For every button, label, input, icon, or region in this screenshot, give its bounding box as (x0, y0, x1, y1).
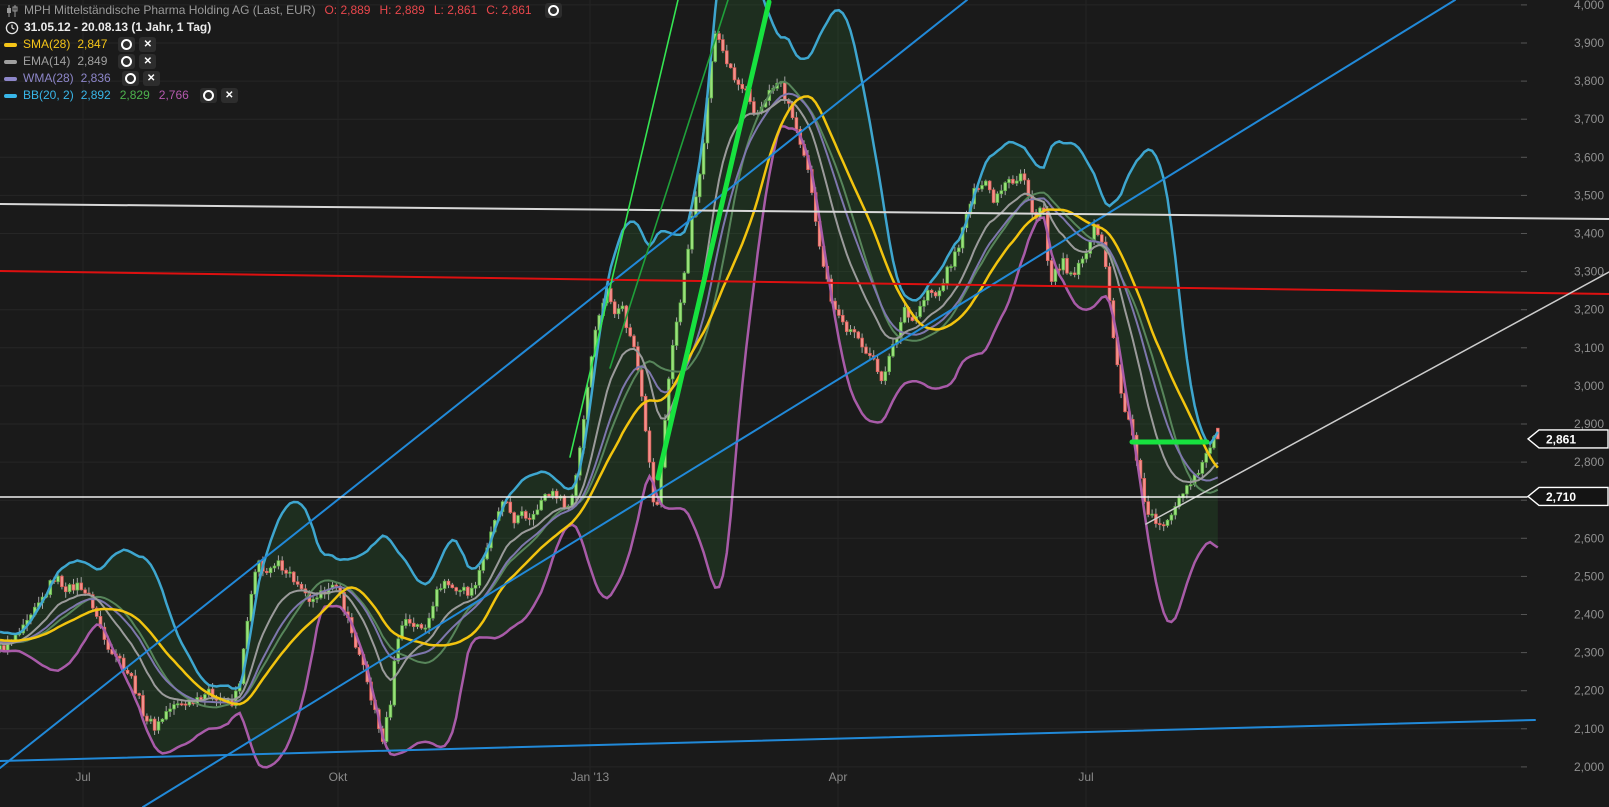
ema-value: 2,849 (77, 53, 107, 70)
indicator-row-ema: EMA(14) 2,849 ✕ (4, 53, 562, 70)
chart-window: 2,0002,1002,2002,3002,4002,5002,6002,700… (0, 0, 1609, 807)
svg-text:2,800: 2,800 (1574, 455, 1604, 469)
svg-text:3,300: 3,300 (1574, 265, 1604, 279)
bb-lower-value: 2,766 (159, 87, 189, 104)
low-value: L: 2,861 (434, 3, 477, 17)
candlestick-chart-icon (4, 3, 19, 18)
svg-text:Jul: Jul (1078, 770, 1093, 784)
chart-canvas[interactable]: 2,0002,1002,2002,3002,4002,5002,6002,700… (0, 0, 1609, 807)
ohlc-values: O: 2,889 H: 2,889 L: 2,861 C: 2,861 (324, 2, 540, 19)
svg-text:3,100: 3,100 (1574, 341, 1604, 355)
close-value: C: 2,861 (486, 3, 531, 17)
svg-text:2,500: 2,500 (1574, 569, 1604, 583)
wma-settings-button[interactable] (122, 71, 139, 86)
svg-text:2,861: 2,861 (1546, 432, 1576, 446)
svg-text:3,200: 3,200 (1574, 303, 1604, 317)
settings-circle-icon (121, 56, 132, 67)
chart-settings-button[interactable] (545, 3, 562, 18)
ema-remove-button[interactable]: ✕ (139, 54, 156, 69)
bb-settings-button[interactable] (200, 88, 217, 103)
ema-settings-button[interactable] (118, 54, 135, 69)
price-chart-svg: 2,0002,1002,2002,3002,4002,5002,6002,700… (0, 0, 1609, 807)
svg-text:3,900: 3,900 (1574, 36, 1604, 50)
instrument-row: MPH Mittelständische Pharma Holding AG (… (4, 2, 562, 19)
settings-circle-icon (548, 5, 559, 16)
settings-circle-icon (125, 73, 136, 84)
high-value: H: 2,889 (379, 3, 424, 17)
svg-text:3,800: 3,800 (1574, 74, 1604, 88)
svg-text:2,200: 2,200 (1574, 684, 1604, 698)
settings-circle-icon (203, 90, 214, 101)
svg-text:2,400: 2,400 (1574, 608, 1604, 622)
period-row: 31.05.12 - 20.08.13 (1 Jahr, 1 Tag) (4, 19, 562, 36)
ema-color-swatch (4, 60, 17, 64)
wma-color-swatch (4, 77, 17, 81)
indicator-row-bb: BB(20, 2) 2,892 2,829 2,766 ✕ (4, 87, 562, 104)
sma-color-swatch (4, 43, 17, 47)
sma-remove-button[interactable]: ✕ (139, 37, 156, 52)
svg-text:2,710: 2,710 (1546, 490, 1576, 504)
close-icon: ✕ (144, 53, 152, 70)
bb-upper-value: 2,892 (81, 87, 111, 104)
svg-text:3,000: 3,000 (1574, 379, 1604, 393)
svg-text:Jul: Jul (75, 770, 90, 784)
open-value: O: 2,889 (324, 3, 370, 17)
close-icon: ✕ (144, 36, 152, 53)
wma-label: WMA(28) (23, 70, 74, 87)
bb-middle-value: 2,829 (120, 87, 150, 104)
instrument-title: MPH Mittelständische Pharma Holding AG (… (24, 2, 315, 19)
svg-text:3,600: 3,600 (1574, 150, 1604, 164)
wma-remove-button[interactable]: ✕ (143, 71, 160, 86)
close-icon: ✕ (225, 87, 233, 104)
sma-label: SMA(28) (23, 36, 70, 53)
wma-value: 2,836 (81, 70, 111, 87)
indicator-row-wma: WMA(28) 2,836 ✕ (4, 70, 562, 87)
chart-legend: MPH Mittelständische Pharma Holding AG (… (4, 2, 562, 104)
settings-circle-icon (121, 39, 132, 50)
svg-text:3,700: 3,700 (1574, 112, 1604, 126)
indicator-row-sma: SMA(28) 2,847 ✕ (4, 36, 562, 53)
svg-text:2,100: 2,100 (1574, 722, 1604, 736)
bb-label: BB(20, 2) (23, 87, 74, 104)
period-label: 31.05.12 - 20.08.13 (1 Jahr, 1 Tag) (24, 19, 211, 36)
sma-value: 2,847 (77, 36, 107, 53)
svg-text:3,500: 3,500 (1574, 188, 1604, 202)
clock-icon (4, 20, 19, 35)
svg-text:2,000: 2,000 (1574, 760, 1604, 774)
svg-text:2,900: 2,900 (1574, 417, 1604, 431)
svg-text:Okt: Okt (329, 770, 348, 784)
svg-text:3,400: 3,400 (1574, 227, 1604, 241)
bb-color-swatch (4, 94, 17, 98)
ema-label: EMA(14) (23, 53, 70, 70)
svg-text:2,600: 2,600 (1574, 531, 1604, 545)
svg-text:4,000: 4,000 (1574, 0, 1604, 12)
svg-text:Apr: Apr (829, 770, 848, 784)
svg-text:Jan '13: Jan '13 (571, 770, 610, 784)
svg-text:2,300: 2,300 (1574, 646, 1604, 660)
sma-settings-button[interactable] (118, 37, 135, 52)
bb-remove-button[interactable]: ✕ (221, 88, 238, 103)
close-icon: ✕ (147, 70, 155, 87)
